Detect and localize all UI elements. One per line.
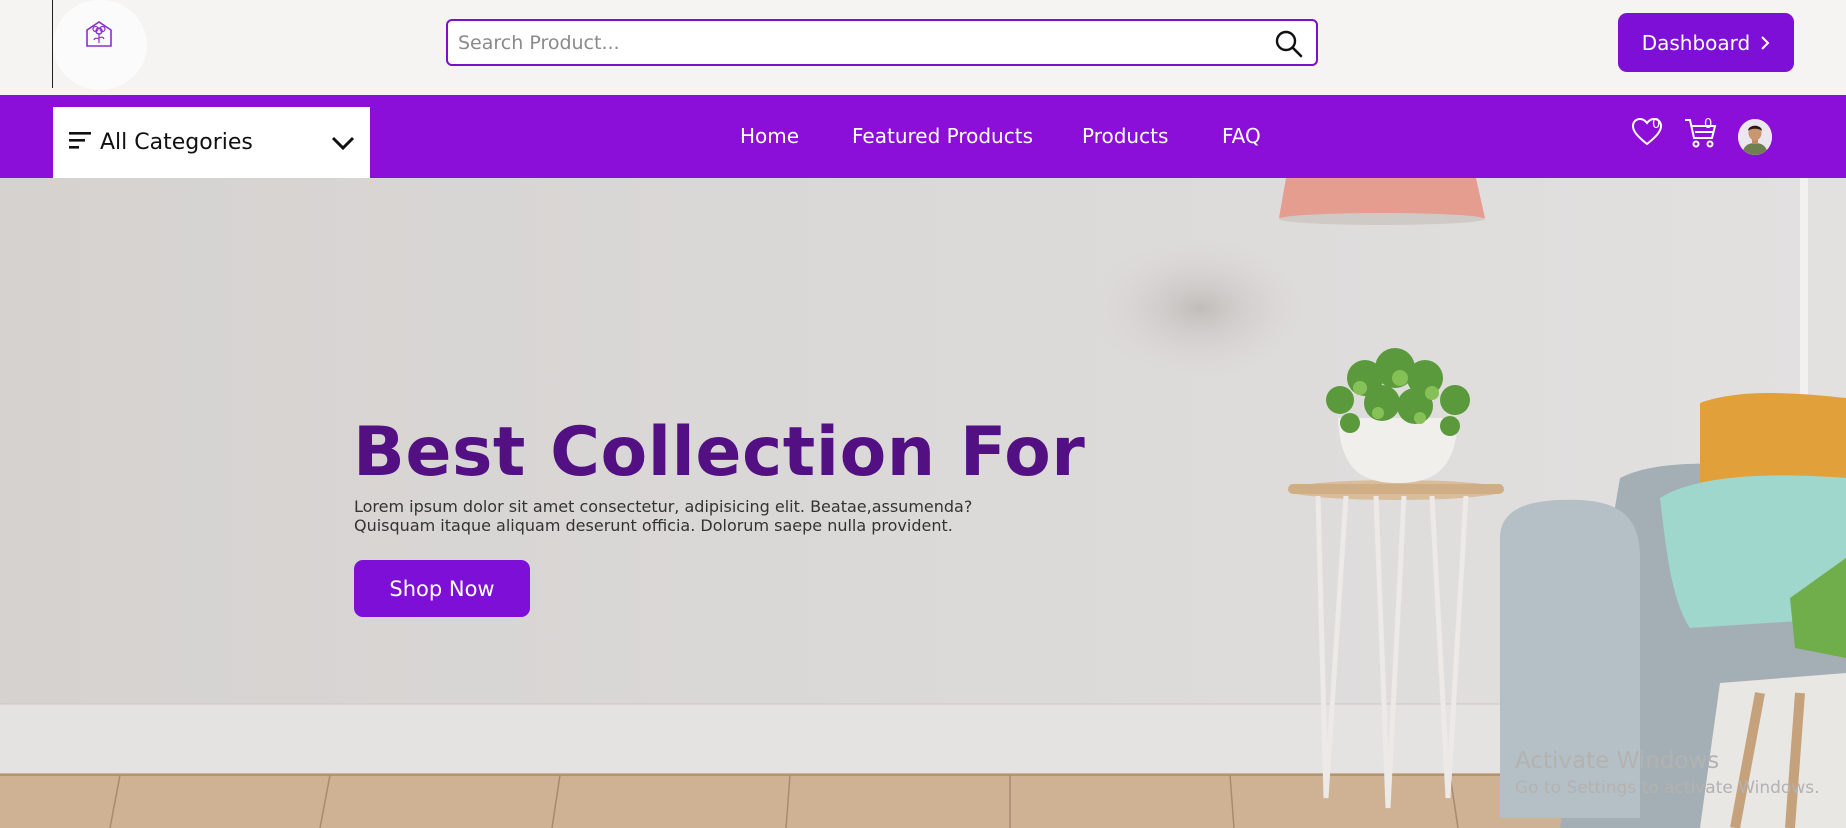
nav-faq[interactable]: FAQ bbox=[1222, 124, 1261, 148]
dashboard-label: Dashboard bbox=[1641, 30, 1751, 55]
flower-house-logo-icon bbox=[86, 21, 112, 47]
menu-lines-icon bbox=[69, 132, 91, 149]
chevron-right-icon bbox=[1761, 35, 1770, 50]
cart-icon bbox=[1685, 119, 1717, 148]
search-box bbox=[446, 19, 1318, 66]
cart-count: 0 bbox=[1704, 117, 1713, 132]
logo[interactable] bbox=[53, 0, 147, 90]
hero-description: Lorem ipsum dolor sit amet consectetur, … bbox=[354, 497, 973, 535]
chevron-down-icon bbox=[331, 136, 355, 151]
nav-home[interactable]: Home bbox=[740, 124, 799, 148]
hero-banner: Best Collection For Lorem ipsum dolor si… bbox=[0, 178, 1846, 828]
main-nav: All Categories Home Featured Products Pr… bbox=[0, 95, 1846, 178]
watermark-title: Activate Windows bbox=[1515, 748, 1720, 774]
hero-title: Best Collection For bbox=[353, 413, 1086, 492]
all-categories-label: All Categories bbox=[100, 130, 253, 155]
shop-now-button[interactable]: Shop Now bbox=[354, 560, 530, 617]
search-input[interactable] bbox=[458, 30, 1258, 56]
avatar[interactable] bbox=[1738, 119, 1772, 155]
watermark-subtitle: Go to Settings to activate Windows. bbox=[1515, 778, 1820, 798]
wishlist-count: 0 bbox=[1652, 117, 1661, 132]
all-categories-dropdown[interactable]: All Categories bbox=[53, 107, 370, 178]
user-avatar-icon bbox=[1738, 119, 1772, 155]
dashboard-button[interactable]: Dashboard bbox=[1618, 13, 1794, 72]
search-icon[interactable] bbox=[1274, 29, 1304, 59]
nav-featured-products[interactable]: Featured Products bbox=[852, 124, 1033, 148]
nav-products[interactable]: Products bbox=[1082, 124, 1168, 148]
top-bar: Dashboard bbox=[0, 0, 1846, 95]
windows-activation-watermark: Activate Windows Go to Settings to activ… bbox=[1515, 748, 1820, 798]
cart-button[interactable] bbox=[1684, 117, 1718, 153]
